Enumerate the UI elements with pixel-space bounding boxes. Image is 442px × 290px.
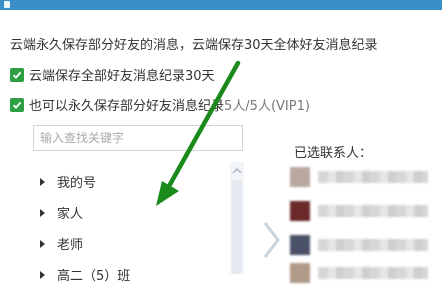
selected-contact-item[interactable] (290, 234, 442, 256)
option-save-permanently[interactable]: 也可以永久保存部分好友消息纪录 5人/5人(VIP1) (10, 95, 310, 114)
app-icon (4, 1, 10, 8)
avatar (290, 167, 310, 187)
tree-item-label: 我的号 (57, 176, 97, 191)
chevron-up-icon[interactable] (232, 166, 242, 176)
friend-group-tree: 我的号 家人 老师 高二（5）班 (40, 166, 220, 290)
scrollbar-thumb[interactable] (232, 180, 242, 274)
chevron-right-icon[interactable] (262, 220, 282, 260)
option-label: 也可以永久保存部分好友消息纪录 (29, 99, 225, 114)
triangle-right-icon[interactable] (40, 208, 45, 217)
option-label: 云端保存全部好友消息纪录30天 (29, 69, 215, 84)
triangle-right-icon[interactable] (40, 239, 45, 248)
avatar (290, 263, 310, 283)
search-input[interactable] (33, 125, 243, 151)
avatar (290, 235, 310, 255)
selected-contact-item[interactable] (290, 200, 442, 222)
option-save-all-30-days[interactable]: 云端保存全部好友消息纪录30天 (10, 65, 215, 84)
selected-contact-item[interactable] (290, 166, 442, 188)
tree-item-label: 高二（5）班 (57, 269, 131, 284)
selected-contact-item[interactable] (290, 262, 442, 284)
tree-item-my-account[interactable]: 我的号 (40, 166, 220, 197)
tree-item-label: 老师 (57, 238, 84, 253)
checkbox-checked-icon[interactable] (10, 67, 24, 82)
tree-item-teachers[interactable]: 老师 (40, 228, 220, 259)
contact-name-blurred (318, 205, 428, 217)
avatar (290, 201, 310, 221)
tree-scrollbar[interactable] (230, 162, 244, 274)
tree-item-family[interactable]: 家人 (40, 197, 220, 228)
selected-contacts-title: 已选联系人： (294, 146, 373, 161)
contact-name-blurred (318, 171, 428, 183)
tree-item-label: 家人 (57, 207, 84, 222)
contact-name-blurred (318, 267, 428, 279)
window-titlebar (0, 0, 442, 10)
tree-item-class[interactable]: 高二（5）班 (40, 259, 220, 290)
checkbox-checked-icon[interactable] (10, 97, 24, 112)
vip-quota-text: 5人/5人(VIP1) (224, 99, 310, 114)
contact-name-blurred (318, 239, 428, 251)
storage-info-text: 云端永久保存部分好友的消息，云端保存30天全体好友消息纪录 (10, 38, 378, 53)
triangle-right-icon[interactable] (40, 270, 45, 279)
triangle-right-icon[interactable] (40, 177, 45, 186)
